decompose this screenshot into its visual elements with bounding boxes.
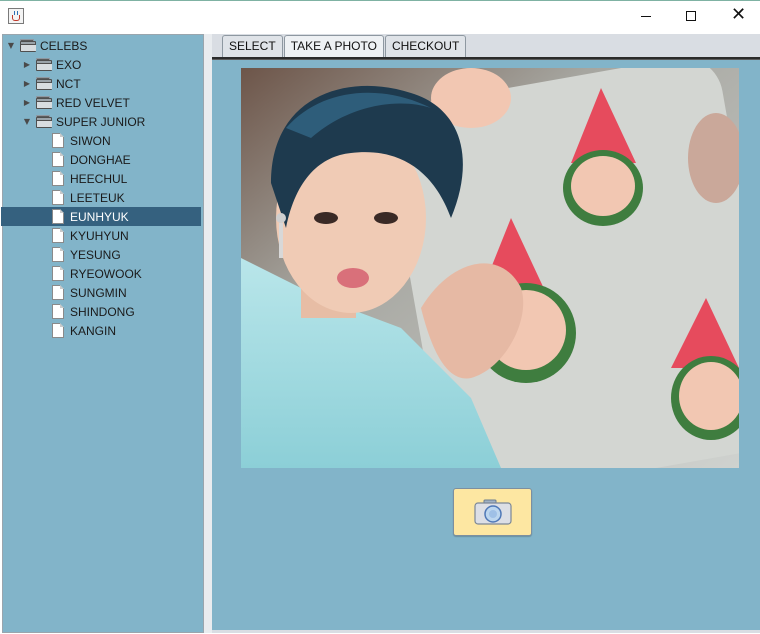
tree-leaf-label: KANGIN: [70, 323, 117, 338]
tree-leaf-label: RYEOWOOK: [70, 266, 142, 281]
expand-arrow-icon[interactable]: ▼: [22, 117, 32, 126]
tree-leaf-donghae[interactable]: DONGHAE: [52, 150, 131, 169]
folder-icon: [36, 58, 52, 71]
tree-leaf-label: DONGHAE: [70, 152, 131, 167]
tree-root-celebs[interactable]: ▼ CELEBS: [6, 36, 87, 55]
tab-strip: SELECT TAKE A PHOTO CHECKOUT: [222, 35, 467, 58]
close-icon: ✕: [731, 4, 747, 25]
tab-checkout[interactable]: CHECKOUT: [384, 35, 467, 57]
tree-leaf-label: SIWON: [70, 133, 111, 148]
file-icon: [52, 133, 64, 148]
folder-open-icon: [20, 39, 36, 52]
take-photo-button[interactable]: [453, 488, 532, 536]
tree-leaf-label: EUNHYUK: [70, 209, 129, 224]
tab-select[interactable]: SELECT: [222, 35, 283, 57]
tree-leaf-heechul[interactable]: HEECHUL: [52, 169, 127, 188]
maximize-icon: [686, 11, 696, 21]
split-pane-divider[interactable]: [204, 34, 212, 633]
tree-root-label: CELEBS: [40, 38, 88, 53]
tab-take-a-photo[interactable]: TAKE A PHOTO: [283, 35, 384, 58]
tree-group-label: EXO: [56, 57, 82, 72]
folder-icon: [36, 77, 52, 90]
collapse-arrow-icon[interactable]: ▶: [22, 60, 32, 69]
tree-leaf-label: SUNGMIN: [70, 285, 127, 300]
folder-icon: [36, 96, 52, 109]
tree-leaf-sungmin[interactable]: SUNGMIN: [52, 283, 127, 302]
file-icon: [52, 285, 64, 300]
tree-group-label: RED VELVET: [56, 95, 130, 110]
tree-group-super-junior[interactable]: ▼ SUPER JUNIOR: [22, 112, 145, 131]
tree-leaf-label: LEETEUK: [70, 190, 125, 205]
camera-icon: [474, 499, 512, 525]
file-icon: [52, 228, 64, 243]
maximize-button[interactable]: [668, 1, 714, 32]
java-app-icon: [8, 8, 24, 24]
minimize-button[interactable]: [622, 1, 668, 32]
minimize-icon: [641, 16, 651, 17]
tree-group-label: NCT: [56, 76, 81, 91]
tree-leaf-ryeowook[interactable]: RYEOWOOK: [52, 264, 142, 283]
tree-group-label: SUPER JUNIOR: [56, 114, 146, 129]
close-button[interactable]: ✕: [714, 1, 760, 32]
file-icon: [52, 304, 64, 319]
tree-leaf-shindong[interactable]: SHINDONG: [52, 302, 135, 321]
tree-leaf-kyuhyun[interactable]: KYUHYUN: [52, 226, 129, 245]
tree-leaf-kangin[interactable]: KANGIN: [52, 321, 116, 340]
captured-photo: [241, 68, 739, 468]
tree-leaf-yesung[interactable]: YESUNG: [52, 245, 121, 264]
tree-leaf-label: HEECHUL: [70, 171, 128, 186]
tree-group-nct[interactable]: ▶ NCT: [22, 74, 81, 93]
tree-leaf-label: YESUNG: [70, 247, 121, 262]
tree-group-exo[interactable]: ▶ EXO: [22, 55, 81, 74]
file-icon: [52, 209, 64, 224]
folder-open-icon: [36, 115, 52, 128]
file-icon: [52, 171, 64, 186]
file-icon: [52, 152, 64, 167]
file-icon: [52, 190, 64, 205]
file-icon: [52, 266, 64, 281]
tree-leaf-label: KYUHYUN: [70, 228, 129, 243]
collapse-arrow-icon[interactable]: ▶: [22, 98, 32, 107]
tree-group-red-velvet[interactable]: ▶ RED VELVET: [22, 93, 130, 112]
collapse-arrow-icon[interactable]: ▶: [22, 79, 32, 88]
app-window: ✕ ▼ CELEBS ▶ EXO ▶ NCT ▶ RED VELVET ▼ SU…: [0, 0, 760, 634]
title-bar[interactable]: ✕: [0, 1, 760, 32]
file-icon: [52, 323, 64, 338]
file-icon: [52, 247, 64, 262]
tree-leaf-label: SHINDONG: [70, 304, 135, 319]
tree-leaf-leeteuk[interactable]: LEETEUK: [52, 188, 125, 207]
tree-leaf-eunhyuk[interactable]: EUNHYUK: [1, 207, 201, 226]
tree-leaf-siwon[interactable]: SIWON: [52, 131, 111, 150]
expand-arrow-icon[interactable]: ▼: [6, 41, 16, 50]
